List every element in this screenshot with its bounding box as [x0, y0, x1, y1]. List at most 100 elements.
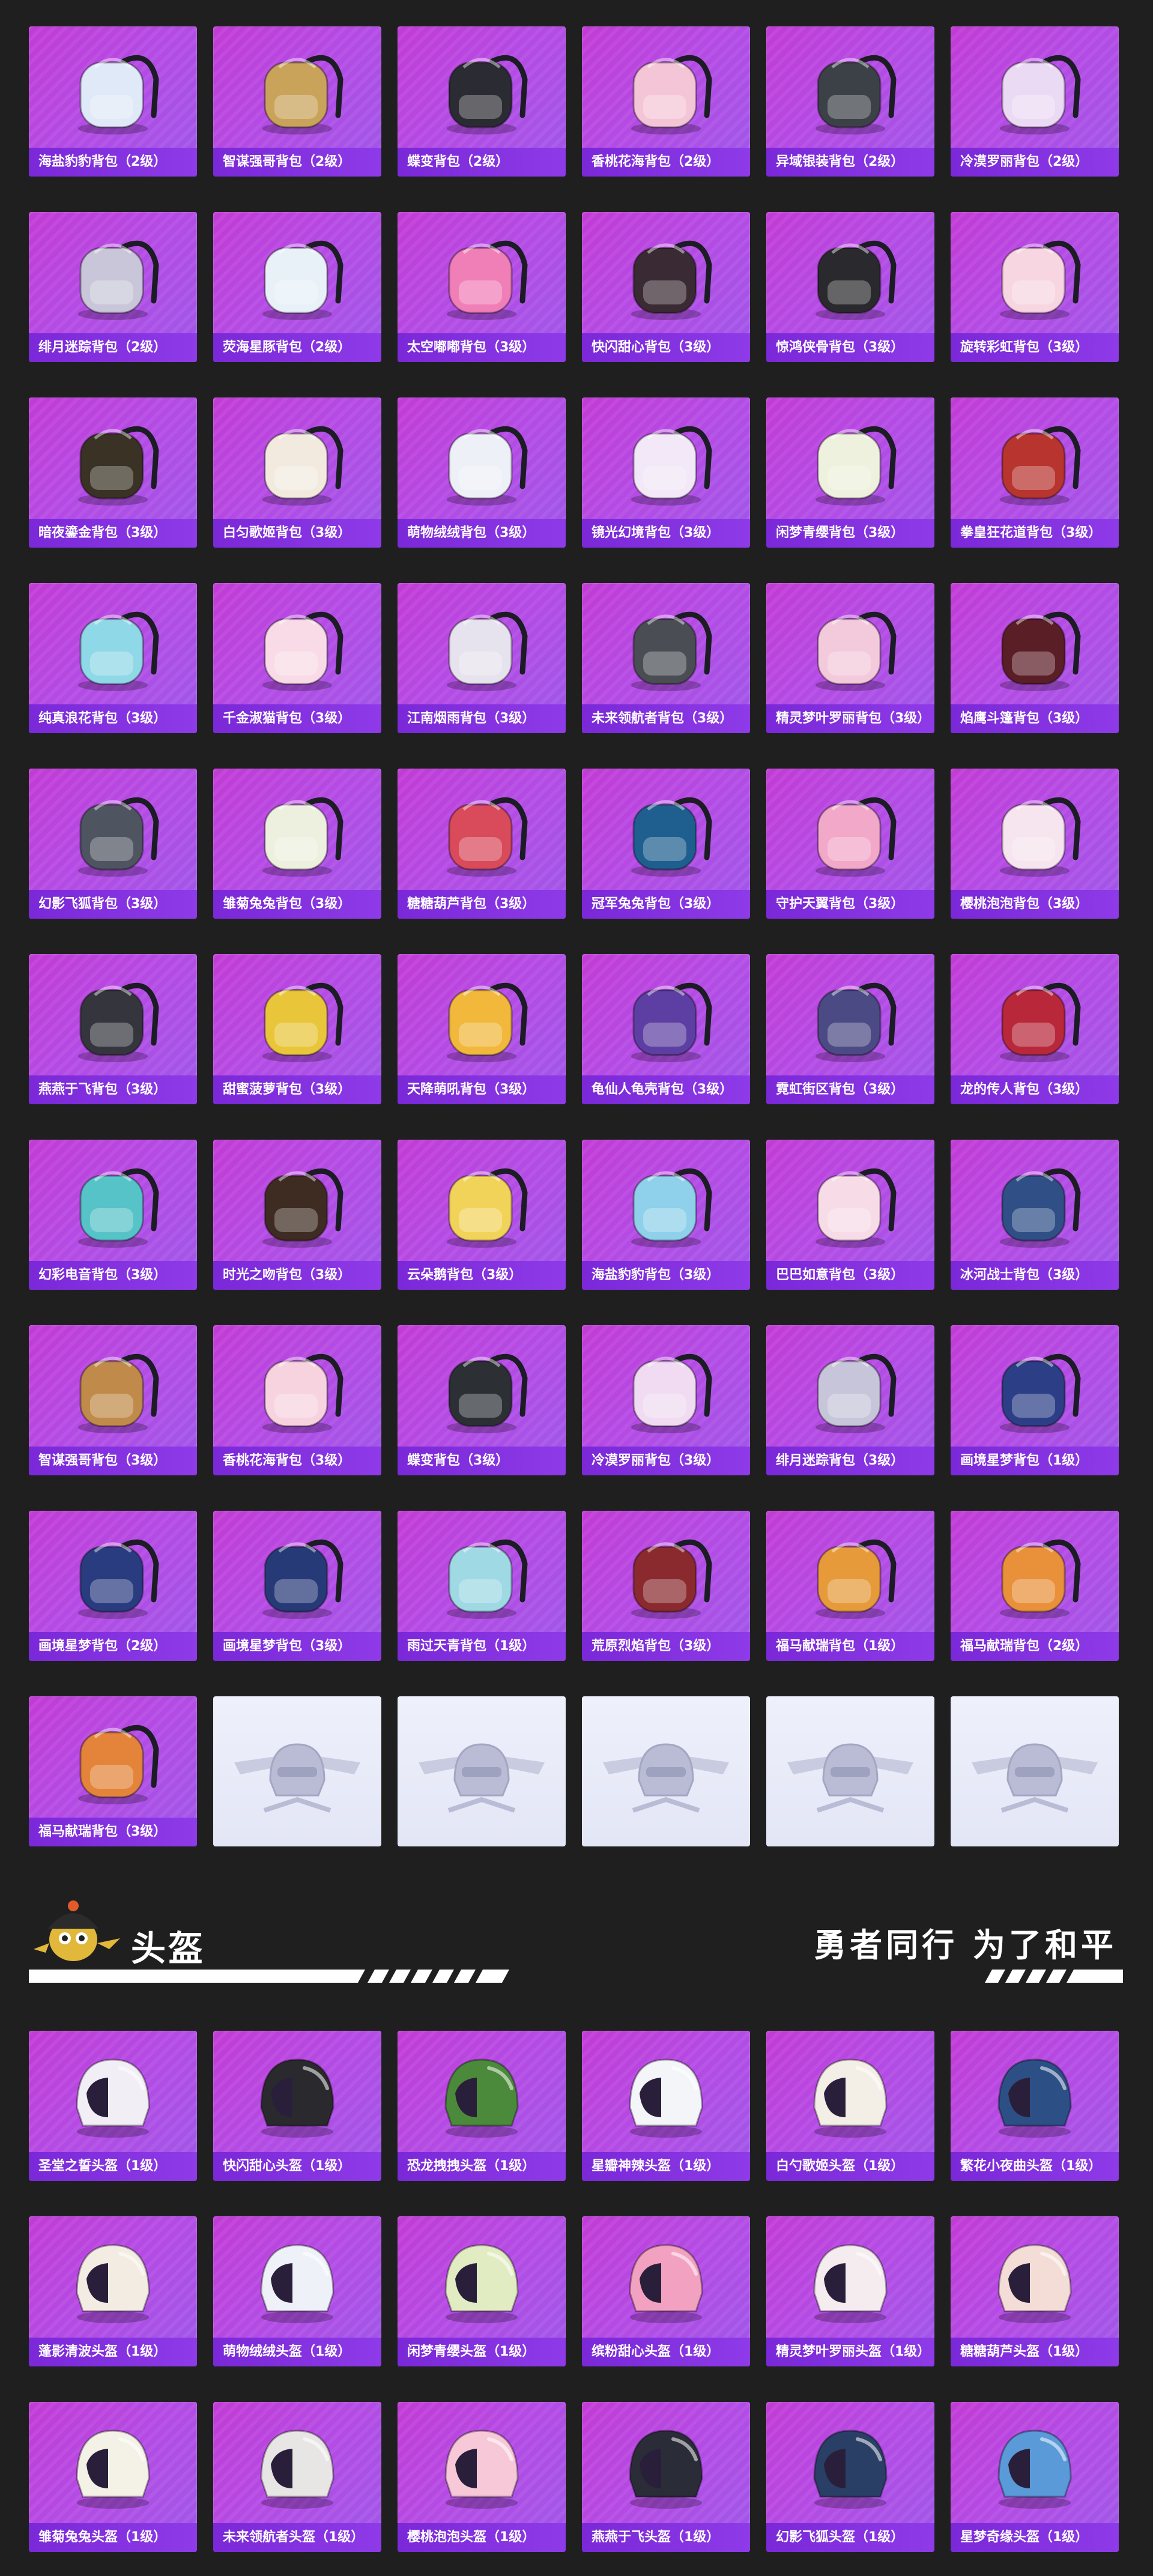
backpack-card[interactable]: 冷漠罗丽背包（3级） [582, 1325, 750, 1475]
backpack-card[interactable]: 冠军兔兔背包（3级） [582, 769, 750, 919]
helmet-card[interactable]: 星瓣神辣头盔（1级） [582, 2031, 750, 2181]
backpack-card[interactable]: 未来领航者背包（3级） [582, 583, 750, 733]
backpack-card[interactable]: 纯真浪花背包（3级） [29, 583, 197, 733]
backpack-icon [1000, 426, 1081, 506]
backpack-card[interactable]: 画境星梦背包（3级） [213, 1511, 381, 1661]
backpack-icon [447, 797, 528, 877]
backpack-card[interactable]: 绯月迷踪背包（2级） [29, 212, 197, 362]
backpack-card[interactable]: 云朵鹅背包（3级） [398, 1140, 566, 1290]
helmet-icon [76, 2244, 150, 2323]
backpack-card[interactable]: 海盐豹豹背包（3级） [582, 1140, 750, 1290]
backpack-card[interactable]: 福马献瑞背包（1级） [766, 1511, 934, 1661]
backpack-card[interactable]: 福马献瑞背包（3级） [29, 1696, 197, 1846]
backpack-card[interactable]: 旋转彩虹背包（3级） [951, 212, 1119, 362]
backpack-card[interactable]: 香桃花海背包（3级） [213, 1325, 381, 1475]
backpack-card[interactable]: 惊鸿侠骨背包（3级） [766, 212, 934, 362]
backpack-card[interactable]: 甜蜜菠萝背包（3级） [213, 954, 381, 1104]
backpack-card[interactable]: 画境星梦背包（2级） [29, 1511, 197, 1661]
backpack-name-label: 冷漠罗丽背包（3级） [582, 1447, 750, 1475]
helmet-card[interactable]: 闲梦青缨头盔（1级） [398, 2216, 566, 2366]
backpack-card[interactable]: 闲梦青缨背包（3级） [766, 398, 934, 548]
backpack-card[interactable]: 龙的传人背包（3级） [951, 954, 1119, 1104]
backpack-card[interactable]: 画境星梦背包（1级） [951, 1325, 1119, 1475]
empty-slot-card[interactable] [398, 1696, 566, 1846]
backpack-card[interactable]: 荧海星豚背包（2级） [213, 212, 381, 362]
helmet-card[interactable]: 白勺歌姬头盔（1级） [766, 2031, 934, 2181]
helmet-card[interactable]: 未来领航者头盔（1级） [213, 2402, 381, 2552]
helmet-name-label: 萌物绒绒头盔（1级） [213, 2338, 381, 2366]
helmet-card[interactable]: 恐龙拽拽头盔（1级） [398, 2031, 566, 2181]
backpack-icon [816, 982, 897, 1062]
backpack-card[interactable]: 雨过天青背包（1级） [398, 1511, 566, 1661]
helmet-card[interactable]: 萌物绒绒头盔（1级） [213, 2216, 381, 2366]
backpack-card[interactable]: 绯月迷踪背包（3级） [766, 1325, 934, 1475]
backpack-card[interactable]: 江南烟雨背包（3级） [398, 583, 566, 733]
backpack-card[interactable]: 燕燕于飞背包（3级） [29, 954, 197, 1104]
empty-slot-card[interactable] [582, 1696, 750, 1846]
backpack-name-label: 白匀歌姬背包（3级） [213, 519, 381, 548]
helmet-icon [260, 2429, 334, 2509]
empty-slot-card[interactable] [951, 1696, 1119, 1846]
backpack-card[interactable]: 守护天翼背包（3级） [766, 769, 934, 919]
helmet-card[interactable]: 星梦奇缘头盔（1级） [951, 2402, 1119, 2552]
helmet-card[interactable]: 圣堂之誓头盔（1级） [29, 2031, 197, 2181]
backpack-icon [447, 1353, 528, 1433]
helmet-card[interactable]: 精灵梦叶罗丽头盔（1级） [766, 2216, 934, 2366]
helmet-card[interactable]: 雏菊兔兔头盔（1级） [29, 2402, 197, 2552]
backpack-card[interactable]: 幻影飞狐背包（3级） [29, 769, 197, 919]
backpack-card[interactable]: 白匀歌姬背包（3级） [213, 398, 381, 548]
helmet-card[interactable]: 燕燕于飞头盔（1级） [582, 2402, 750, 2552]
helmet-card[interactable]: 繁花小夜曲头盔（1级） [951, 2031, 1119, 2181]
helmet-card[interactable]: 幻影飞狐头盔（1级） [766, 2402, 934, 2552]
backpack-card[interactable]: 快闪甜心背包（3级） [582, 212, 750, 362]
backpack-icon [78, 1353, 159, 1433]
backpack-card[interactable]: 精灵梦叶罗丽背包（3级） [766, 583, 934, 733]
helmet-card[interactable]: 樱桃泡泡头盔（1级） [398, 2402, 566, 2552]
backpack-card[interactable]: 霓虹街区背包（3级） [766, 954, 934, 1104]
backpack-card[interactable]: 糖糖葫芦背包（3级） [398, 769, 566, 919]
backpack-card[interactable]: 太空嘟嘟背包（3级） [398, 212, 566, 362]
backpack-card[interactable]: 拳皇狂花道背包（3级） [951, 398, 1119, 548]
helmet-card[interactable]: 糖糖葫芦头盔（1级） [951, 2216, 1119, 2366]
backpack-card[interactable]: 暗夜鎏金背包（3级） [29, 398, 197, 548]
backpack-card[interactable]: 冷漠罗丽背包（2级） [951, 26, 1119, 177]
empty-slot-card[interactable] [213, 1696, 381, 1846]
backpack-icon [1000, 55, 1081, 135]
backpack-card[interactable]: 龟仙人龟壳背包（3级） [582, 954, 750, 1104]
backpack-card[interactable]: 镜光幻境背包（3级） [582, 398, 750, 548]
backpack-name-label: 蝶变背包（3级） [398, 1447, 566, 1475]
backpack-card[interactable]: 时光之吻背包（3级） [213, 1140, 381, 1290]
backpack-icon [816, 55, 897, 135]
empty-slot-card[interactable] [766, 1696, 934, 1846]
backpack-card[interactable]: 萌物绒绒背包（3级） [398, 398, 566, 548]
backpack-card[interactable]: 异域银装背包（2级） [766, 26, 934, 177]
backpack-card[interactable]: 智谋强哥背包（3级） [29, 1325, 197, 1475]
helmet-card[interactable]: 蓬影清波头盔（1级） [29, 2216, 197, 2366]
backpack-card[interactable]: 焰鹰斗篷背包（3级） [951, 583, 1119, 733]
backpack-card[interactable]: 幻彩电音背包（3级） [29, 1140, 197, 1290]
helmet-icon [260, 2058, 334, 2138]
backpack-card[interactable]: 樱桃泡泡背包（3级） [951, 769, 1119, 919]
backpack-card[interactable]: 蝶变背包（2级） [398, 26, 566, 177]
backpack-icon [262, 55, 343, 135]
backpack-card[interactable]: 香桃花海背包（2级） [582, 26, 750, 177]
backpack-card[interactable]: 福马献瑞背包（2级） [951, 1511, 1119, 1661]
backpack-name-label: 异域银装背包（2级） [766, 148, 934, 177]
backpack-name-label: 幻影飞狐背包（3级） [29, 890, 197, 919]
backpack-card[interactable]: 荒原烈焰背包（3级） [582, 1511, 750, 1661]
backpack-card[interactable]: 蝶变背包（3级） [398, 1325, 566, 1475]
backpack-card[interactable]: 雏菊兔兔背包（3级） [213, 769, 381, 919]
backpack-card[interactable]: 千金淑猫背包（3级） [213, 583, 381, 733]
backpack-card[interactable]: 海盐豹豹背包（2级） [29, 26, 197, 177]
backpack-card[interactable]: 智谋强哥背包（2级） [213, 26, 381, 177]
backpack-card[interactable]: 冰河战士背包（3级） [951, 1140, 1119, 1290]
backpack-name-label: 香桃花海背包（2级） [582, 148, 750, 177]
backpack-name-label: 画境星梦背包（3级） [213, 1632, 381, 1661]
helmet-icon [813, 2244, 888, 2323]
helmet-card[interactable]: 快闪甜心头盔（1级） [213, 2031, 381, 2181]
backpack-card[interactable]: 巴巴如意背包（3级） [766, 1140, 934, 1290]
backpack-card[interactable]: 天降萌吼背包（3级） [398, 954, 566, 1104]
helmet-card[interactable]: 缤粉甜心头盔（1级） [582, 2216, 750, 2366]
backpack-name-label: 太空嘟嘟背包（3级） [398, 333, 566, 362]
backpack-name-label: 精灵梦叶罗丽背包（3级） [766, 704, 934, 733]
